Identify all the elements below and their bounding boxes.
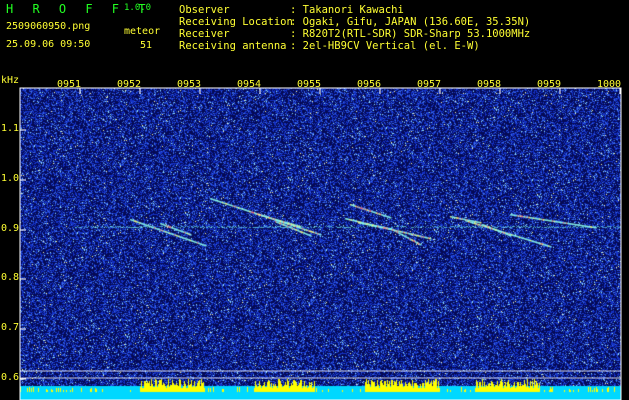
info-value-receiver: : R820T2(RTL-SDR) SDR-Sharp 53.1000MHz <box>290 28 531 40</box>
hrofft-window: H R O F F T 1.0.0 2509060950.png 25.09.0… <box>0 0 629 400</box>
x-tick-label: 0954 <box>237 79 262 90</box>
x-tick-label: 0958 <box>477 79 502 90</box>
y-tick-label: 0.9 <box>1 223 20 234</box>
x-tick-label: 1000 <box>597 79 622 90</box>
meteor-count: 51 <box>140 40 153 51</box>
y-tick-label: 0.6 <box>1 372 20 383</box>
x-tick-label: 0959 <box>537 79 562 90</box>
meteor-label: meteor <box>124 26 161 37</box>
info-key-location: Receiving Location <box>179 16 293 28</box>
info-value-antenna: : 2el-HB9CV Vertical (el. E-W) <box>290 40 480 52</box>
y-tick-label: 0.7 <box>1 322 20 333</box>
x-tick-label: 0955 <box>297 79 322 90</box>
y-tick-label: 0.8 <box>1 272 20 283</box>
file-name: 2509060950.png <box>6 21 91 32</box>
date-time: 25.09.06 09:50 <box>6 39 91 50</box>
x-tick-label: 0952 <box>117 79 142 90</box>
x-tick-label: 0953 <box>177 79 202 90</box>
info-key-receiver: Receiver <box>179 28 230 40</box>
info-value-observer: : Takanori Kawachi <box>290 4 404 16</box>
x-tick-label: 0951 <box>57 79 82 90</box>
y-tick-label: 1.1 <box>1 123 20 134</box>
info-value-location: : Ogaki, Gifu, JAPAN (136.60E, 35.35N) <box>290 16 531 28</box>
y-tick-label: 1.0 <box>1 173 20 184</box>
axis-unit-label: kHz <box>1 75 20 86</box>
info-key-observer: Observer <box>179 4 230 16</box>
x-tick-label: 0956 <box>357 79 382 90</box>
spectrogram-canvas <box>20 88 621 400</box>
info-key-antenna: Receiving antenna <box>179 40 287 52</box>
app-version: 1.0.0 <box>124 3 152 13</box>
x-tick-label: 0957 <box>417 79 442 90</box>
